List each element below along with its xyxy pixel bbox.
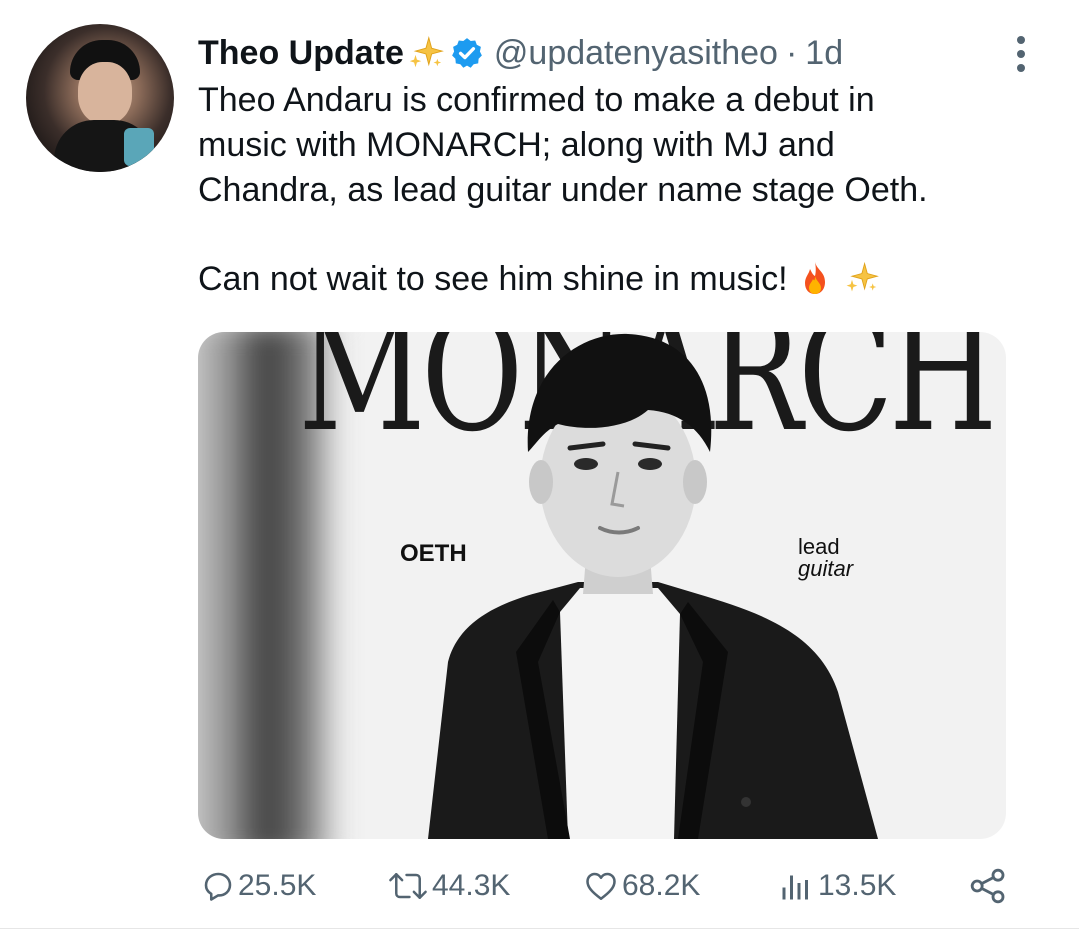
avatar-cup — [124, 128, 154, 166]
retweet-count: 44.3K — [432, 869, 511, 902]
tweet-text-line: Theo Andaru is confirmed to make a debut… — [198, 81, 875, 119]
separator-dot: · — [785, 33, 798, 72]
reply-count: 25.5K — [238, 869, 317, 902]
retweet-icon — [389, 873, 427, 899]
user-handle[interactable]: @updatenyasitheo — [494, 34, 778, 73]
avatar[interactable] — [26, 24, 174, 172]
reply-button[interactable]: 25.5K — [200, 864, 316, 908]
share-icon — [970, 868, 1005, 904]
views-button[interactable]: 13.5K — [776, 864, 896, 908]
more-vertical-icon[interactable] — [1012, 34, 1030, 74]
like-button[interactable]: 68.2K — [582, 864, 700, 908]
views-count: 13.5K — [818, 869, 897, 902]
tweet-text-line: Chandra, as lead guitar under name stage… — [198, 171, 928, 209]
share-button[interactable] — [968, 864, 1008, 908]
tweet-text: Theo Andaru is confirmed to make a debut… — [198, 78, 1048, 302]
avatar-face — [78, 62, 132, 124]
tweet-text-line: music with MONARCH; along with MJ and — [198, 126, 835, 164]
tweet[interactable]: Theo Update @updatenyasitheo · 1d Theo A… — [0, 0, 1079, 932]
fire-emoji-icon — [805, 262, 826, 294]
reply-icon — [204, 872, 232, 901]
media-label-stage-name: OETH — [400, 540, 467, 567]
like-count: 68.2K — [622, 869, 701, 902]
sparkles-icon — [409, 35, 444, 68]
tweet-text-line: Can not wait to see him shine in music! — [198, 260, 788, 298]
tweet-media-image[interactable]: MONARCH — [198, 332, 1006, 839]
tweet-text-line-emoji: Can not wait to see him shine in music! — [198, 257, 1048, 302]
heart-icon — [586, 872, 616, 901]
media-label-role: lead guitar — [798, 536, 853, 580]
views-chart-icon — [782, 875, 808, 900]
media-label-role-line2: guitar — [798, 556, 854, 581]
retweet-button[interactable]: 44.3K — [386, 864, 510, 908]
tweet-header: Theo Update @updatenyasitheo · 1d — [198, 30, 843, 76]
bottom-divider — [0, 928, 1079, 929]
tweet-actions: 25.5K 44.3K 68.2K 13.5K — [198, 864, 1018, 908]
verified-badge-icon — [452, 38, 482, 68]
display-name[interactable]: Theo Update — [198, 34, 404, 73]
media-person-illustration — [428, 333, 878, 839]
sparkles-emoji-icon — [846, 261, 879, 292]
timestamp[interactable]: 1d — [805, 34, 843, 73]
